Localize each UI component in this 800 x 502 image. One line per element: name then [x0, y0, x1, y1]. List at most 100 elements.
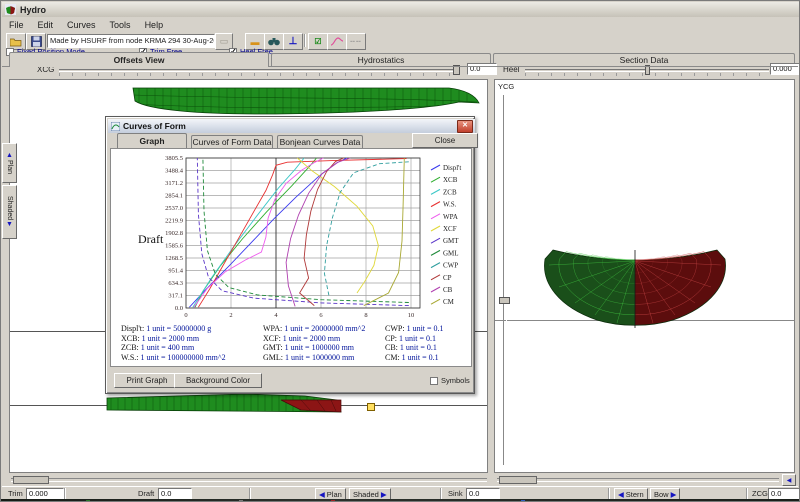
- y-tick-label: 1268.5: [165, 255, 183, 262]
- title-bar: Hydro: [2, 2, 800, 17]
- legend-marker: [431, 238, 440, 243]
- legend-marker: [431, 250, 440, 255]
- y-tick-label: 634.3: [168, 280, 183, 287]
- shaded-view-side-button[interactable]: Shaded ▼: [2, 185, 17, 239]
- unit-note: CB: 1 unit = 0.1: [385, 343, 465, 353]
- ycg-slider-track[interactable]: [503, 95, 507, 465]
- legend-label: CP: [443, 274, 452, 282]
- legend-label: ZCB: [443, 188, 457, 196]
- status-separator: [249, 488, 251, 499]
- right-panel-scroll-handle[interactable]: [499, 476, 537, 484]
- x-tick-label: 10: [408, 312, 415, 319]
- legend-label: XCB: [443, 176, 458, 184]
- plan-view-side-button[interactable]: ▲ Plan: [2, 143, 17, 183]
- curves-plot-button[interactable]: [327, 33, 347, 50]
- legend-marker: [431, 299, 440, 304]
- binoculars-icon: [268, 37, 280, 46]
- right-panel-scrollbar[interactable]: [497, 478, 779, 482]
- unit-note: GML: 1 unit = 1000000 mm: [263, 353, 385, 363]
- legend-marker: [431, 287, 440, 292]
- dialog-title: Curves of Form: [123, 121, 186, 131]
- shaded-button-label: Shaded: [353, 490, 379, 499]
- status-separator: [746, 488, 748, 499]
- cg-marker: [367, 403, 375, 411]
- y-tick-label: 2854.1: [165, 193, 183, 200]
- legend-label: XCF: [443, 225, 457, 233]
- ycg-label: YCG: [498, 82, 514, 91]
- sink-label: Sink: [448, 489, 463, 498]
- legend-label: W.S.: [443, 201, 457, 209]
- series-WPA: [194, 158, 323, 307]
- x-tick-label: 4: [274, 312, 278, 319]
- green-check-icon: ☑: [314, 37, 321, 46]
- arrow-left-icon: ◀: [618, 490, 624, 499]
- unit-note: W.S.: 1 unit = 100000000 mm^2: [121, 353, 263, 363]
- menu-tools[interactable]: Tools: [103, 20, 138, 30]
- toolbar-separator: [304, 34, 306, 47]
- hull-profile-view: [105, 391, 351, 415]
- unit-note-column: Displ't: 1 unit = 50000000 gXCB: 1 unit …: [121, 324, 263, 362]
- y-tick-label: 0.0: [175, 305, 183, 312]
- menu-help[interactable]: Help: [138, 20, 171, 30]
- series-XCB: [195, 158, 317, 307]
- stern-button-label: Stern: [626, 490, 644, 499]
- legend-label: GMT: [443, 237, 459, 245]
- unit-note: CWP: 1 unit = 0.1: [385, 324, 465, 334]
- tab-offsets-view[interactable]: Offsets View: [9, 52, 269, 67]
- unit-note: CP: 1 unit = 0.1: [385, 334, 465, 344]
- y-tick-label: 3805.5: [165, 155, 183, 162]
- xcg-value-box[interactable]: 0.0: [467, 63, 497, 75]
- scroll-arrow-button[interactable]: ◀: [782, 474, 796, 486]
- xcg-slider-track[interactable]: [59, 69, 457, 72]
- unit-note: XCF: 1 unit = 2000 mm: [263, 334, 385, 344]
- unit-note-column: CWP: 1 unit = 0.1CP: 1 unit = 0.1CB: 1 u…: [385, 324, 465, 362]
- xcg-slider-ticks: [59, 73, 457, 76]
- menu-edit[interactable]: Edit: [31, 20, 61, 30]
- symbols-label: Symbols: [441, 376, 470, 385]
- x-tick-label: 6: [319, 312, 323, 319]
- arrow-right-icon: ▶: [671, 490, 677, 499]
- ycg-slider-handle[interactable]: [499, 297, 510, 304]
- series-CM: [364, 158, 405, 306]
- legend-label: WPA: [443, 213, 458, 221]
- dialog-tab-bonjean-data[interactable]: Bonjean Curves Data: [277, 135, 363, 148]
- status-separator: [64, 488, 66, 499]
- menu-file[interactable]: File: [2, 20, 31, 30]
- dialog-tab-graph[interactable]: Graph: [117, 133, 187, 148]
- shaded-side-label: Shaded: [6, 196, 13, 220]
- status-separator: [440, 488, 442, 499]
- checkbox-box[interactable]: [430, 377, 438, 385]
- bow-button-label: Bow: [654, 490, 669, 499]
- unit-note: GMT: 1 unit = 1000000 mm: [263, 343, 385, 353]
- left-panel-scroll-handle[interactable]: [13, 476, 49, 484]
- series-Displ't: [189, 158, 347, 307]
- left-panel-scrollbar[interactable]: [11, 478, 487, 482]
- heel-value-box[interactable]: 0.000: [770, 63, 800, 75]
- x-tick-label: 8: [364, 312, 367, 319]
- heel-slider-ticks: [525, 73, 769, 76]
- disabled-tool-icon: ▭: [220, 36, 229, 47]
- app-icon: [5, 4, 16, 15]
- check-tool-button[interactable]: ☑: [308, 33, 328, 50]
- plumb-tool-button[interactable]: ⊥: [283, 33, 303, 50]
- dashes-tool-button[interactable]: ╌╌: [346, 33, 366, 50]
- plumb-icon: ⊥: [289, 36, 298, 47]
- print-graph-button[interactable]: Print Graph: [114, 373, 180, 388]
- x-tick-label: 0: [184, 312, 187, 319]
- close-button[interactable]: Close: [412, 133, 478, 148]
- y-tick-label: 2219.9: [165, 217, 183, 224]
- tab-section-data[interactable]: Section Data: [493, 53, 795, 66]
- background-color-button[interactable]: Background Color: [174, 373, 262, 388]
- y-tick-label: 3171.2: [165, 180, 183, 187]
- menu-curves[interactable]: Curves: [60, 20, 103, 30]
- legend-label: CM: [443, 298, 455, 306]
- curve-plot-icon: [331, 37, 343, 46]
- symbols-checkbox[interactable]: Symbols: [430, 375, 470, 386]
- dialog-tab-curves-data[interactable]: Curves of Form Data: [191, 135, 273, 148]
- legend-marker: [431, 189, 440, 194]
- dialog-title-bar[interactable]: Curves of Form ✕: [108, 119, 475, 133]
- series-CP: [300, 158, 344, 306]
- unit-notes: Displ't: 1 unit = 50000000 gXCB: 1 unit …: [121, 324, 467, 362]
- legend-marker: [431, 202, 440, 207]
- dialog-close-icon[interactable]: ✕: [457, 120, 473, 133]
